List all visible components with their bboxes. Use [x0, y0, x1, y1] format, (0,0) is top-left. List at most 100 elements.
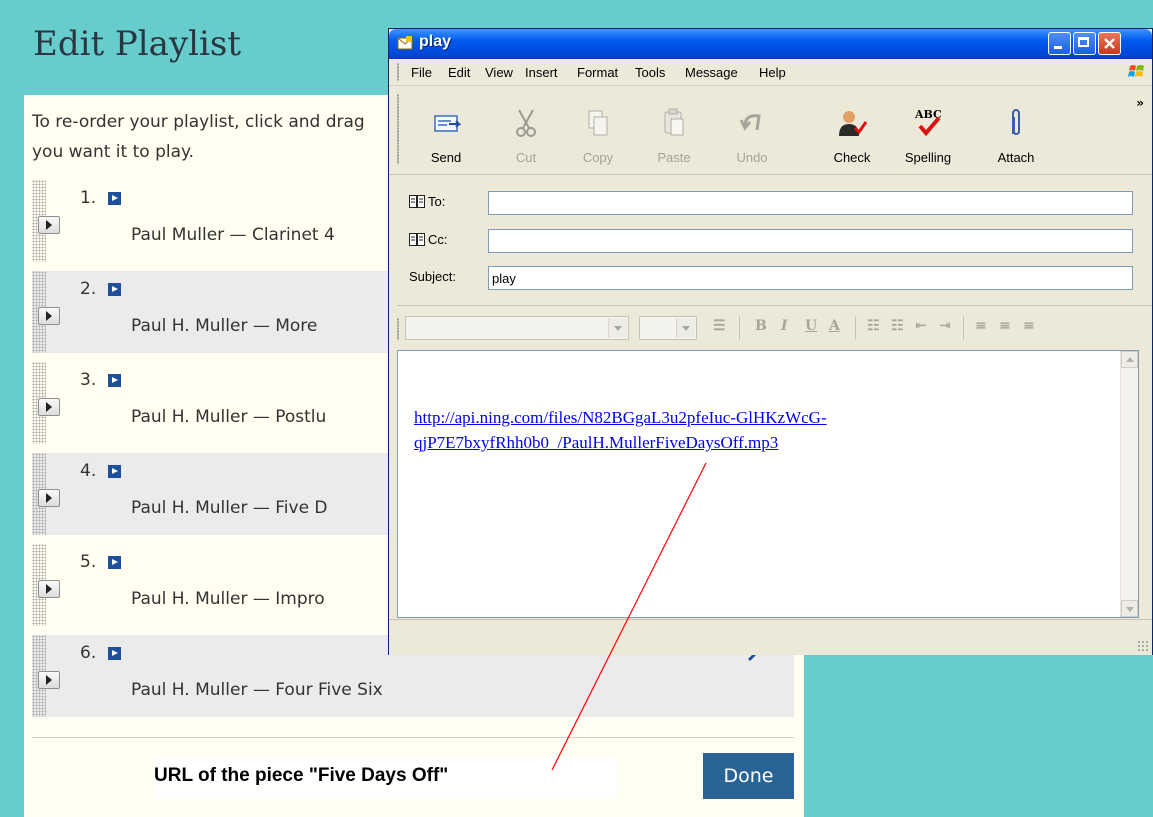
vertical-scrollbar[interactable]: [1120, 351, 1138, 617]
menu-edit[interactable]: Edit: [448, 65, 470, 80]
attach-button[interactable]: Attach: [983, 86, 1049, 174]
close-button[interactable]: [1098, 32, 1121, 55]
expand-track-button[interactable]: [38, 671, 60, 689]
expand-track-button[interactable]: [38, 216, 60, 234]
spelling-button[interactable]: ABC Spelling: [893, 86, 963, 174]
expand-track-button[interactable]: [38, 580, 60, 598]
to-field[interactable]: [488, 191, 1133, 215]
font-size-dropdown[interactable]: [639, 316, 697, 340]
align-center-icon[interactable]: ≡: [999, 318, 1011, 334]
minimize-button[interactable]: [1048, 32, 1071, 55]
send-label: Send: [430, 150, 462, 165]
toolbar-overflow-chevron-icon[interactable]: »: [1136, 96, 1144, 110]
play-icon[interactable]: [108, 283, 121, 296]
to-label[interactable]: To:: [409, 194, 445, 209]
subject-field[interactable]: [488, 266, 1133, 290]
toolbar-separator: [855, 316, 856, 340]
status-bar: [389, 619, 1152, 655]
play-icon[interactable]: [108, 192, 121, 205]
mp3-url-line-2[interactable]: qjP7E7bxyfRhh0b0_/PaulH.MullerFiveDaysOf…: [414, 430, 1014, 455]
scroll-down-icon[interactable]: [1121, 600, 1138, 617]
play-icon[interactable]: [108, 465, 121, 478]
increase-indent-icon[interactable]: ⇥: [939, 318, 951, 334]
bullet-list-icon[interactable]: ☷: [891, 318, 904, 334]
italic-icon[interactable]: I: [781, 318, 788, 334]
divider: [32, 737, 794, 738]
toolbar-grip: [397, 318, 399, 340]
send-button[interactable]: Send: [409, 86, 483, 174]
send-icon: [434, 115, 462, 132]
numbered-list-icon[interactable]: ☷: [867, 318, 880, 334]
track-number: 4.: [80, 461, 97, 481]
align-right-icon[interactable]: ≡: [1023, 318, 1035, 334]
to-label-text: To:: [428, 194, 446, 209]
paragraph-style-icon[interactable]: ☰: [713, 318, 726, 334]
subject-label: Subject:: [409, 269, 456, 284]
resize-grip-icon[interactable]: [1137, 640, 1149, 652]
undo-icon: [739, 114, 761, 131]
menu-tools[interactable]: Tools: [635, 65, 665, 80]
track-title: Paul H. Muller — Five D: [131, 498, 328, 518]
mp3-url-line-1[interactable]: http://api.ning.com/files/N82BGgaL3u2pfe…: [414, 405, 1014, 430]
message-body[interactable]: http://api.ning.com/files/N82BGgaL3u2pfe…: [397, 350, 1139, 618]
track-title: Paul H. Muller — Impro: [131, 589, 325, 609]
paste-button[interactable]: Paste: [641, 86, 707, 174]
track-number: 2.: [80, 279, 97, 299]
paperclip-icon: [1012, 108, 1020, 136]
paste-label: Paste: [657, 150, 691, 165]
align-left-icon[interactable]: ≡: [975, 318, 987, 334]
menu-file[interactable]: File: [411, 65, 432, 80]
track-title: Paul H. Muller — More: [131, 316, 318, 336]
mp3-url-link[interactable]: http://api.ning.com/files/N82BGgaL3u2pfe…: [414, 405, 1014, 455]
play-icon[interactable]: [108, 556, 121, 569]
play-icon[interactable]: [108, 374, 121, 387]
toolbar-separator: [739, 316, 740, 340]
title-bar[interactable]: play: [389, 29, 1152, 59]
expand-track-button[interactable]: [38, 489, 60, 507]
menu-format[interactable]: Format: [577, 65, 618, 80]
paste-icon: [664, 108, 684, 136]
cc-label-text: Cc:: [428, 232, 448, 247]
decrease-indent-icon[interactable]: ⇤: [915, 318, 927, 334]
copy-icon: [588, 110, 608, 136]
track-number: 6.: [80, 643, 97, 663]
track-number: 1.: [80, 188, 97, 208]
chevron-down-icon: [608, 318, 627, 338]
windows-flag-icon: [1128, 65, 1144, 77]
menu-view[interactable]: View: [485, 65, 513, 80]
toolbar: Send Cut Copy Paste Undo Check ABC Spell…: [389, 86, 1152, 175]
scroll-up-icon[interactable]: [1121, 351, 1138, 368]
cut-button[interactable]: Cut: [493, 86, 559, 174]
font-name-dropdown[interactable]: [405, 316, 629, 340]
formatting-toolbar: ☰ B I U A ☷ ☷ ⇤ ⇥ ≡ ≡ ≡: [397, 305, 1152, 352]
menu-message[interactable]: Message: [685, 65, 738, 80]
menu-help[interactable]: Help: [759, 65, 786, 80]
play-icon[interactable]: [108, 647, 121, 660]
chevron-down-icon: [676, 318, 695, 338]
envelope-icon: [397, 36, 413, 50]
maximize-button[interactable]: [1073, 32, 1096, 55]
cut-label: Cut: [515, 150, 537, 165]
cc-field[interactable]: [488, 229, 1133, 253]
address-book-icon: [409, 195, 425, 208]
done-button[interactable]: Done: [703, 753, 794, 799]
undo-button[interactable]: Undo: [719, 86, 785, 174]
underline-icon[interactable]: U: [805, 318, 817, 334]
expand-track-button[interactable]: [38, 307, 60, 325]
check-label: Check: [833, 150, 871, 165]
copy-button[interactable]: Copy: [565, 86, 631, 174]
undo-label: Undo: [736, 150, 768, 165]
close-icon: [1104, 38, 1115, 49]
track-title: Paul Muller — Clarinet 4: [131, 225, 335, 245]
compose-window: play File Edit View Insert Format Tools …: [388, 28, 1153, 655]
menu-insert[interactable]: Insert: [525, 65, 558, 80]
font-color-icon[interactable]: A: [829, 318, 840, 334]
toolbar-grip: [397, 63, 399, 81]
expand-track-button[interactable]: [38, 398, 60, 416]
page-title: Edit Playlist: [33, 24, 242, 64]
track-number: 5.: [80, 552, 97, 572]
cc-label[interactable]: Cc:: [409, 232, 448, 247]
bold-icon[interactable]: B: [755, 318, 767, 334]
attach-label: Attach: [997, 150, 1035, 165]
check-names-button[interactable]: Check: [819, 86, 885, 174]
